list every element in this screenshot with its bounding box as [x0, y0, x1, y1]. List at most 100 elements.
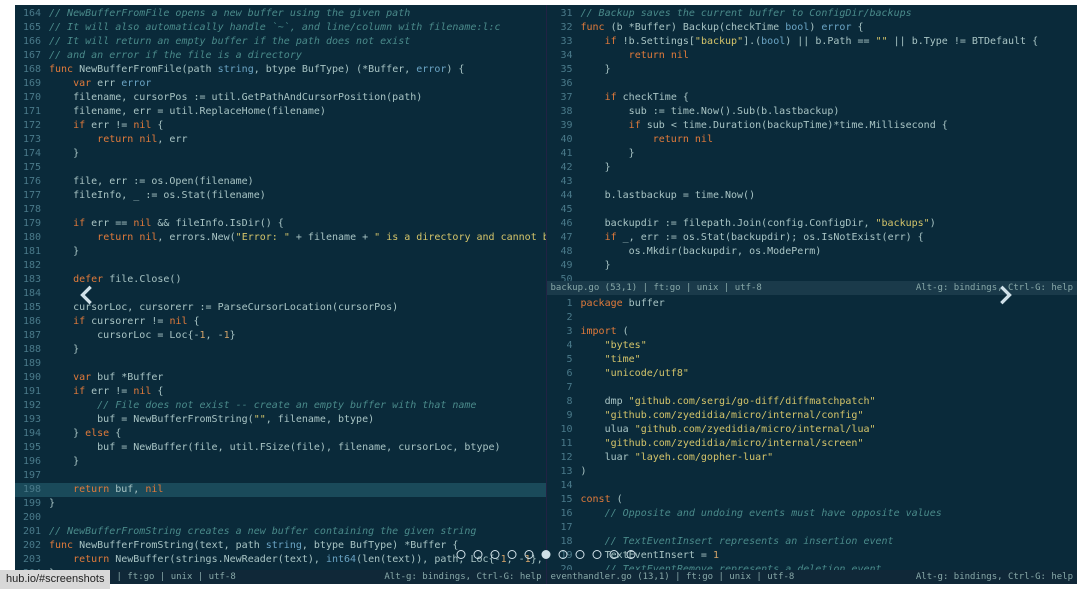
- chevron-left-icon: [72, 281, 100, 309]
- code-line: 39 if sub < time.Duration(backupTime)*ti…: [547, 119, 1078, 133]
- code-line: 7: [547, 381, 1078, 395]
- carousel-dot[interactable]: [576, 550, 585, 559]
- carousel-next-button[interactable]: [990, 279, 1022, 311]
- code-line: 4 "bytes": [547, 339, 1078, 353]
- line-text: "bytes": [581, 339, 1078, 353]
- line-text: [49, 511, 546, 525]
- line-number: 9: [547, 409, 581, 423]
- line-text: cursorLoc, cursorerr := ParseCursorLocat…: [49, 301, 546, 315]
- line-number: 10: [547, 423, 581, 437]
- line-number: 178: [15, 203, 49, 217]
- code-line: 49 }: [547, 259, 1078, 273]
- line-text: sub := time.Now().Sub(b.lastbackup): [581, 105, 1078, 119]
- line-text: "unicode/utf8": [581, 367, 1078, 381]
- line-text: // and an error if the file is a directo…: [49, 49, 546, 63]
- line-text: // It will also automatically handle `~`…: [49, 21, 546, 35]
- line-text: return nil, err: [49, 133, 546, 147]
- code-line: 11 "github.com/zyedidia/micro/internal/s…: [547, 437, 1078, 451]
- line-number: 177: [15, 189, 49, 203]
- line-number: 49: [547, 259, 581, 273]
- line-text: os.Mkdir(backupdir, os.ModePerm): [581, 245, 1078, 259]
- carousel-dot[interactable]: [508, 550, 517, 559]
- line-number: 14: [547, 479, 581, 493]
- carousel-dot[interactable]: [491, 550, 500, 559]
- line-text: if sub < time.Duration(backupTime)*time.…: [581, 119, 1078, 133]
- line-text: func (b *Buffer) Backup(checkTime bool) …: [581, 21, 1078, 35]
- line-text: backupdir := filepath.Join(config.Config…: [581, 217, 1078, 231]
- line-text: if _, err := os.Stat(backupdir); os.IsNo…: [581, 231, 1078, 245]
- code-line: 195 buf = NewBuffer(file, util.FSize(fil…: [15, 441, 546, 455]
- code-line: 13): [547, 465, 1078, 479]
- carousel-dot[interactable]: [474, 550, 483, 559]
- code-line: 200: [15, 511, 546, 525]
- editor-panes: 164// NewBufferFromFile opens a new buff…: [15, 5, 1077, 584]
- code-line: 9 "github.com/zyedidia/micro/internal/co…: [547, 409, 1078, 423]
- line-text: // TextEventInsert represents an inserti…: [581, 535, 1078, 549]
- carousel-dot[interactable]: [593, 550, 602, 559]
- line-number: 182: [15, 259, 49, 273]
- line-number: 37: [547, 91, 581, 105]
- code-line: 180 return nil, errors.New("Error: " + f…: [15, 231, 546, 245]
- line-number: 181: [15, 245, 49, 259]
- line-number: 185: [15, 301, 49, 315]
- line-text: const (: [581, 493, 1078, 507]
- line-text: }: [581, 147, 1078, 161]
- line-number: 168: [15, 63, 49, 77]
- code-line: 34 return nil: [547, 49, 1078, 63]
- line-number: 38: [547, 105, 581, 119]
- line-text: luar "layeh.com/gopher-luar": [581, 451, 1078, 465]
- code-line: 181 }: [15, 245, 546, 259]
- carousel-dot[interactable]: [457, 550, 466, 559]
- carousel-dot[interactable]: [610, 550, 619, 559]
- line-text: // NewBufferFromString creates a new buf…: [49, 525, 546, 539]
- line-text: fileInfo, _ := os.Stat(filename): [49, 189, 546, 203]
- carousel-dot[interactable]: [525, 550, 534, 559]
- line-number: 34: [547, 49, 581, 63]
- line-text: // TextEventRemove represents a deletion…: [581, 563, 1078, 571]
- code-line: 43: [547, 175, 1078, 189]
- line-number: 193: [15, 413, 49, 427]
- line-number: 20: [547, 563, 581, 571]
- carousel-prev-button[interactable]: [70, 279, 102, 311]
- line-number: 42: [547, 161, 581, 175]
- line-text: ): [581, 465, 1078, 479]
- code-line: 188 }: [15, 343, 546, 357]
- status-left-help: Alt-g: bindings, Ctrl-G: help: [384, 570, 541, 584]
- carousel-dot[interactable]: [542, 550, 551, 559]
- line-number: 45: [547, 203, 581, 217]
- line-number: 194: [15, 427, 49, 441]
- line-text: [49, 161, 546, 175]
- line-text: [581, 381, 1078, 395]
- line-number: 174: [15, 147, 49, 161]
- line-text: // NewBufferFromFile opens a new buffer …: [49, 7, 546, 21]
- code-line: 48 os.Mkdir(backupdir, os.ModePerm): [547, 245, 1078, 259]
- line-text: if checkTime {: [581, 91, 1078, 105]
- chevron-right-icon: [992, 281, 1020, 309]
- line-text: [581, 77, 1078, 91]
- line-number: 169: [15, 77, 49, 91]
- line-text: return nil, errors.New("Error: " + filen…: [49, 231, 546, 245]
- carousel-dot[interactable]: [627, 550, 636, 559]
- line-text: file, err := os.Open(filename): [49, 175, 546, 189]
- line-number: 188: [15, 343, 49, 357]
- url-preview: hub.io/#screenshots: [0, 570, 110, 589]
- line-text: filename, cursorPos := util.GetPathAndCu…: [49, 91, 546, 105]
- line-text: return buf, nil: [49, 483, 546, 497]
- line-text: [49, 203, 546, 217]
- line-text: }: [49, 455, 546, 469]
- code-line: 179 if err == nil && fileInfo.IsDir() {: [15, 217, 546, 231]
- line-number: 33: [547, 35, 581, 49]
- line-number: 41: [547, 147, 581, 161]
- code-line: 164// NewBufferFromFile opens a new buff…: [15, 7, 546, 21]
- line-number: 200: [15, 511, 49, 525]
- line-number: 190: [15, 371, 49, 385]
- line-number: 202: [15, 539, 49, 553]
- carousel-dots: [457, 550, 636, 559]
- line-text: [581, 521, 1078, 535]
- line-text: ulua "github.com/zyedidia/micro/internal…: [581, 423, 1078, 437]
- code-line: 175: [15, 161, 546, 175]
- line-number: 39: [547, 119, 581, 133]
- carousel-dot[interactable]: [559, 550, 568, 559]
- code-line: 199}: [15, 497, 546, 511]
- status-br-info: eventhandler.go (13,1) | ft:go | unix | …: [551, 570, 795, 584]
